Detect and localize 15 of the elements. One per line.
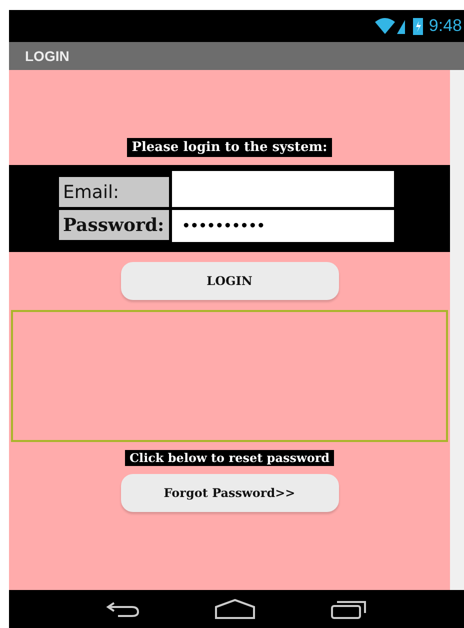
field-label: Email:	[59, 177, 169, 207]
field-label: Password:	[59, 210, 169, 240]
recent-apps-icon[interactable]	[330, 599, 367, 619]
screen-title: LOGIN	[25, 48, 70, 64]
home-icon[interactable]	[214, 599, 256, 619]
reset-caption: Click below to reset password	[125, 450, 334, 466]
forgot-password-button[interactable]: Forgot Password>>	[120, 474, 338, 512]
back-icon[interactable]	[106, 600, 140, 618]
input-field[interactable]	[172, 171, 394, 207]
login-button[interactable]: LOGIN	[120, 262, 338, 300]
status-time: 9:48	[428, 16, 462, 36]
battery-icon	[412, 17, 423, 35]
input-field[interactable]: ••••••••••	[172, 210, 394, 242]
login-heading: Please login to the system:	[126, 138, 332, 157]
wifi-signal-icon	[374, 17, 407, 35]
